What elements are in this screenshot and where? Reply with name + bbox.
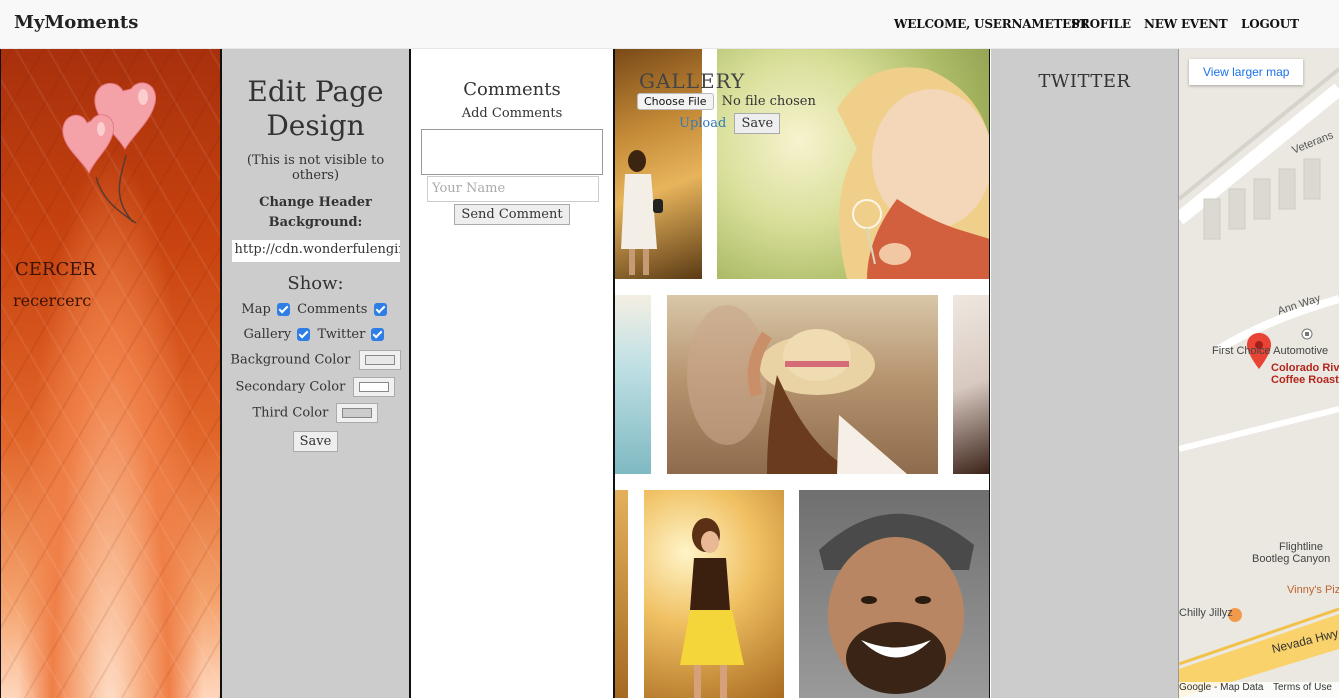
event-title: CERCER [15, 259, 96, 280]
gallery-photo-4[interactable] [667, 295, 938, 474]
nav-welcome-link[interactable]: WELCOME, USERNAMETEST [894, 17, 1088, 31]
header-background-panel: CERCER recercerc [0, 49, 222, 698]
comments-checkbox[interactable] [373, 303, 387, 316]
secondary-color-picker[interactable] [353, 376, 396, 397]
gallery-checkbox[interactable] [297, 328, 311, 341]
gallery-save-button[interactable]: Save [734, 113, 781, 134]
map-label-chilly-jillyz: Chilly Jillyz [1179, 607, 1233, 619]
map-label-bootleg-canyon: Bootleg Canyon [1252, 553, 1331, 565]
twitter-option-label: Twitter [317, 327, 366, 342]
edit-visibility-note: (This is not visible to others) [246, 153, 385, 183]
terms-of-use-link[interactable]: Terms of Use [1273, 682, 1332, 693]
nav-new-event-link[interactable]: NEW EVENT [1144, 17, 1228, 31]
smiling-man-figure [819, 513, 974, 694]
secondary-color-label: Secondary Color [235, 379, 346, 394]
gallery-photo-8[interactable] [799, 490, 989, 698]
twitter-title: TWITTER [1038, 71, 1131, 92]
third-color-label: Third Color [252, 405, 329, 421]
gallery-photo-5[interactable] [953, 295, 989, 474]
map-panel[interactable]: View larger map Veterans Ann Way First C… [1179, 49, 1339, 698]
gallery-photo-7[interactable] [644, 490, 784, 698]
edit-page-title: Edit Page Design [247, 75, 384, 142]
comment-textarea[interactable] [421, 129, 603, 175]
secondary-color-row: Secondary Color [222, 376, 409, 398]
nav-profile-link[interactable]: PROFILE [1071, 17, 1131, 31]
third-color-row: Third Color [222, 403, 409, 424]
map-footer: Google - Map Data Terms of Use [1179, 682, 1339, 698]
choose-file-button[interactable]: Choose File [637, 93, 714, 110]
brand-link[interactable]: MyMoments [14, 12, 138, 33]
upload-link[interactable]: Upload [679, 116, 726, 131]
map-label-coffee-roasters: Coffee Roasters [1271, 374, 1339, 386]
map-label-flightline: Flightline [1279, 541, 1324, 553]
gallery-title: GALLERY [639, 69, 746, 93]
gallery-photo-2[interactable] [717, 49, 989, 279]
third-color-picker[interactable] [336, 403, 379, 423]
view-larger-map-button[interactable]: View larger map [1189, 59, 1304, 85]
map-checkbox[interactable] [276, 303, 290, 316]
edit-design-panel: Edit Page Design (This is not visible to… [222, 49, 411, 698]
show-options-row-2: Gallery Twitter [222, 325, 409, 344]
gallery-option-label: Gallery [243, 327, 292, 342]
background-color-label: Background Color [230, 352, 351, 368]
change-header-label: Change Header Background: [259, 195, 372, 230]
show-label: Show: [287, 273, 344, 294]
map-data-text: Google - Map Data [1179, 682, 1264, 693]
header-url-input[interactable]: http://cdn.wonderfulengin [230, 239, 401, 263]
name-input[interactable]: Your Name [427, 176, 599, 202]
map-label-colorado-river: Colorado River [1271, 362, 1339, 374]
comments-panel: Comments Add Comments Your Name Send Com… [411, 49, 615, 698]
map-option-label: Map [241, 302, 271, 317]
comments-title: Comments [463, 79, 561, 100]
file-upload-row: Choose File No file chosen [637, 93, 816, 110]
event-subtitle: recercerc [13, 291, 92, 310]
gallery-panel: GALLERY Choose File No file chosen Uploa… [615, 49, 990, 698]
map-label-vinnys-pizza: Vinny's Pizza [1287, 584, 1339, 596]
show-options-row-1: Map Comments [222, 300, 409, 319]
nav-logout-link[interactable]: LOGOUT [1241, 17, 1299, 31]
upload-row: Upload Save [679, 113, 781, 134]
send-comment-button[interactable]: Send Comment [454, 204, 570, 225]
navbar: MyMoments WELCOME, USERNAMETEST PROFILE … [0, 0, 1339, 49]
gallery-photo-6[interactable] [615, 490, 628, 698]
woman-hat-figure [687, 305, 907, 474]
map-label-first-choice: First Choice Automotive [1212, 345, 1329, 357]
no-file-text: No file chosen [721, 94, 816, 109]
add-comments-label: Add Comments [461, 106, 563, 121]
comments-option-label: Comments [297, 302, 368, 317]
twitter-checkbox[interactable] [371, 328, 385, 341]
woman-yellow-dress-figure [680, 518, 744, 698]
twitter-panel: TWITTER [991, 49, 1179, 698]
save-design-button[interactable]: Save [292, 430, 339, 452]
heart-balloons-icon [62, 82, 156, 224]
background-color-row: Background Color [222, 350, 409, 371]
child-dandelion-figure [837, 67, 989, 279]
gallery-photo-3[interactable] [615, 295, 651, 474]
background-color-picker[interactable] [358, 350, 401, 370]
